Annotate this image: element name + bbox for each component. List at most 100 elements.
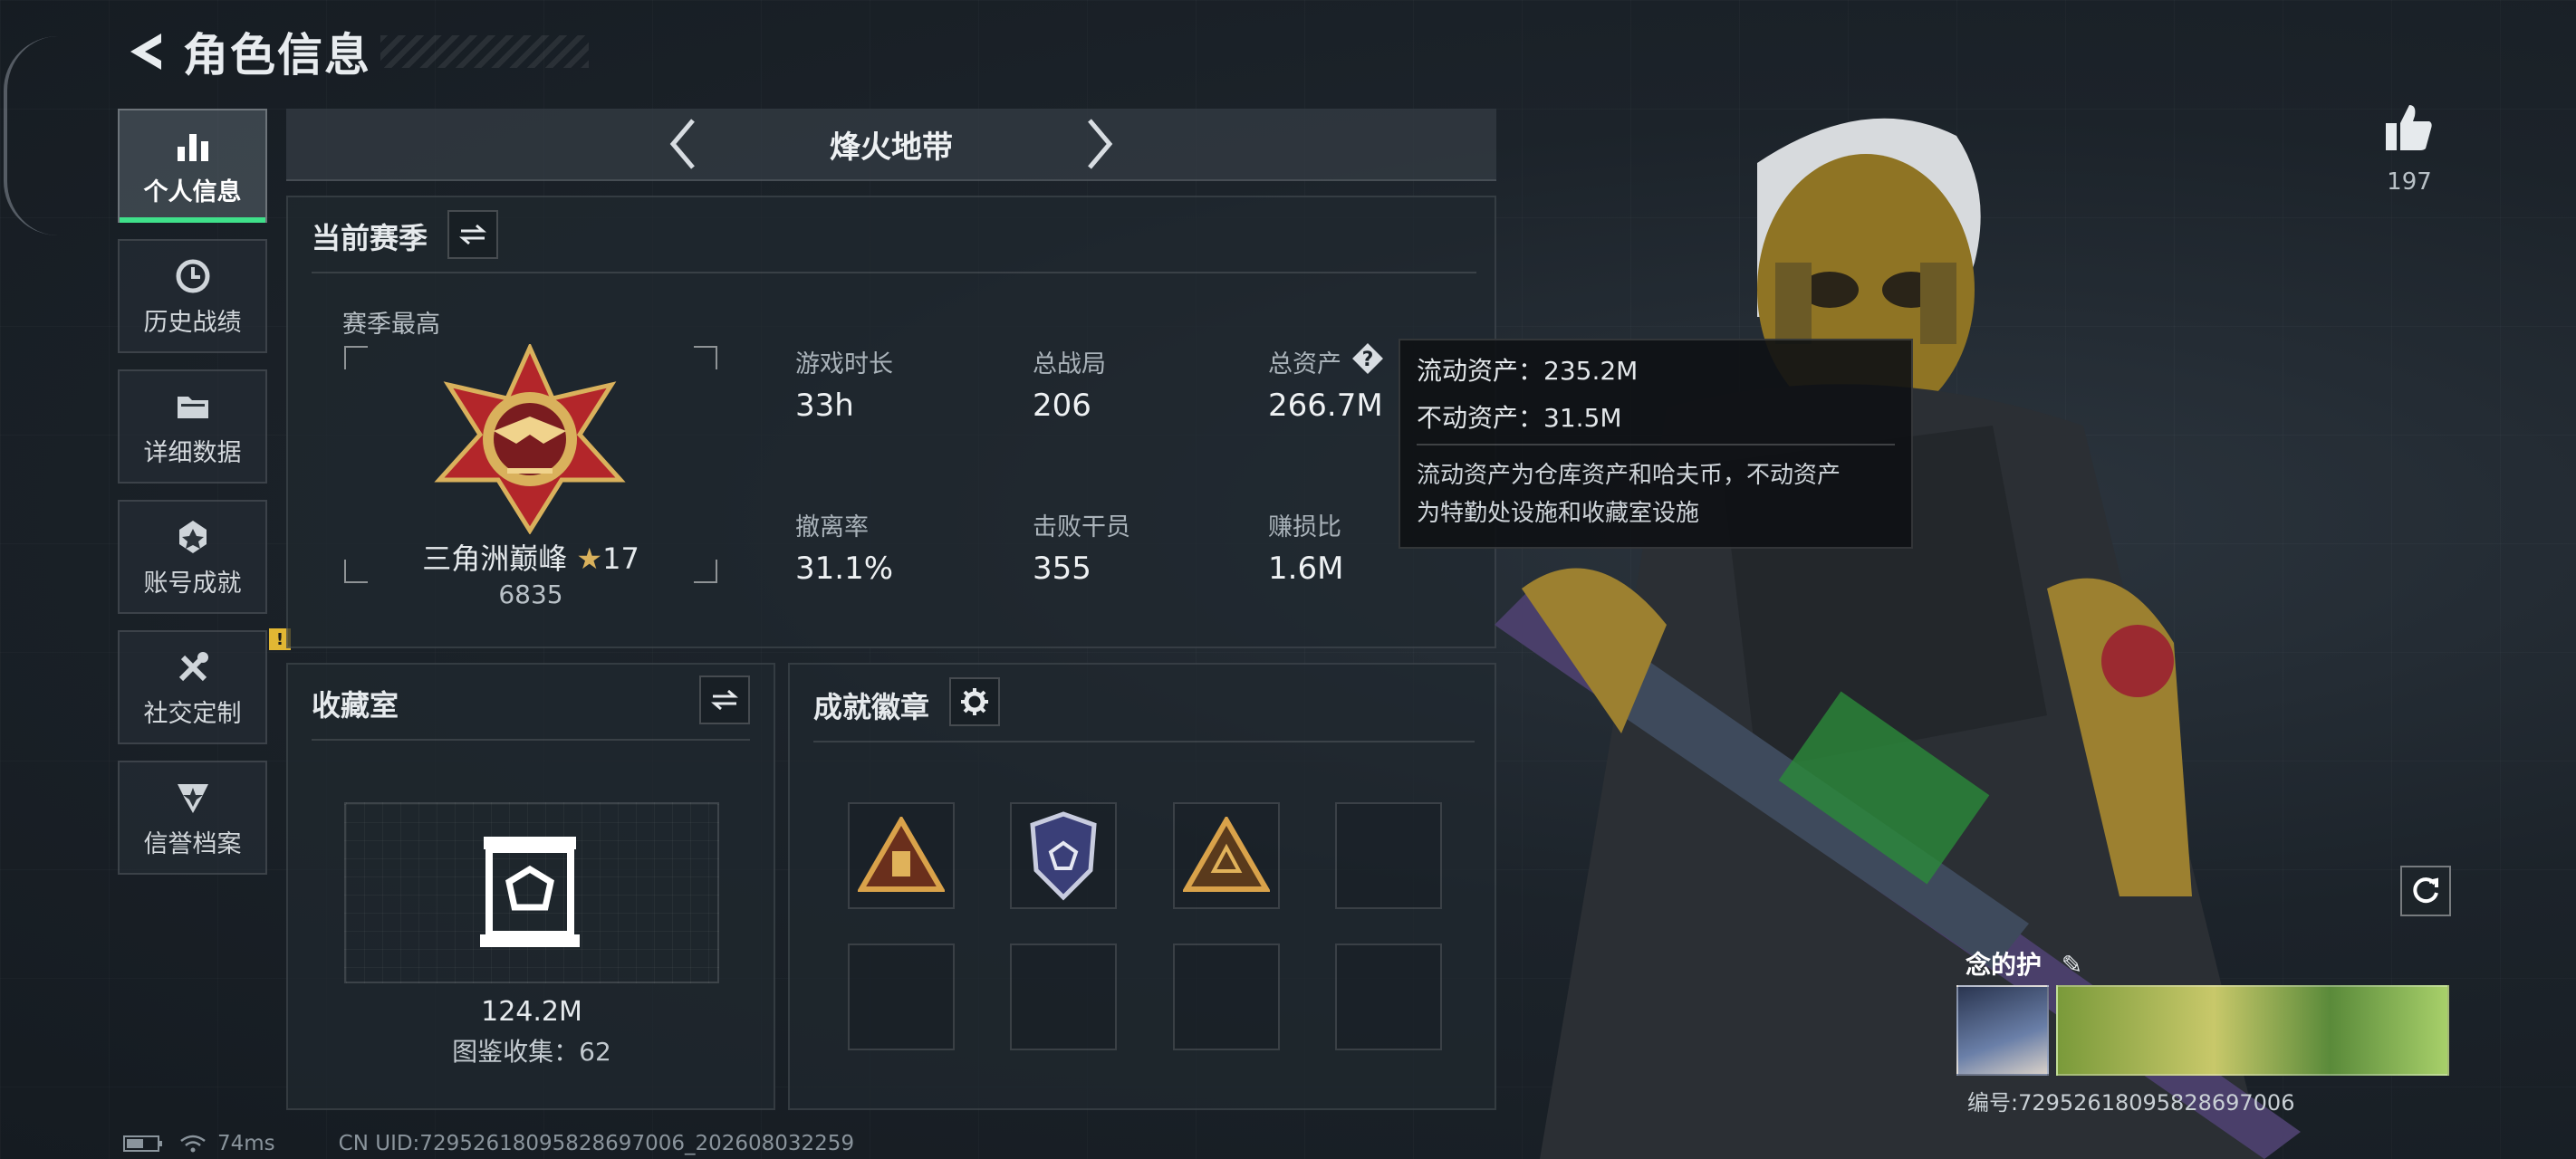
side-nav: 个人信息 历史战绩 详细数据 账号成就 社交定制 ! 信誉档案 [118, 109, 291, 891]
collection-switch-button[interactable] [699, 675, 750, 724]
display-case-icon [480, 837, 580, 947]
nav-item-achievements[interactable]: 账号成就 [118, 500, 267, 614]
tooltip-description-line1: 流动资产为仓库资产和哈夫币，不动资产 [1417, 462, 1841, 489]
swap-icon [459, 224, 486, 245]
stat-extract-rate-value: 31.1% [795, 551, 894, 587]
tooltip-description-line2: 为特勤处设施和收藏室设施 [1417, 500, 1700, 527]
tooltip-liquid-assets: 流动资产：235.2M [1417, 356, 1639, 386]
uid: CN UID:7295261809582869​7006_20260803225… [338, 1132, 855, 1155]
achievement-badge-slot[interactable] [1173, 802, 1280, 909]
stat-kills-value: 355 [1033, 551, 1091, 587]
back-arrow-icon [130, 34, 161, 70]
nav-label: 详细数据 [143, 438, 242, 467]
gear-icon [961, 688, 988, 715]
shield-star-icon [172, 777, 214, 819]
achievement-title: 成就徽章 [813, 690, 930, 724]
folder-icon [172, 386, 214, 427]
nav-label: 信誉档案 [143, 829, 242, 858]
nav-label: 社交定制 [143, 699, 242, 728]
mode-selector: 烽火地带 [286, 109, 1496, 181]
tooltip-fixed-assets: 不动资产：31.5M [1417, 403, 1622, 433]
avatar[interactable] [1956, 985, 2049, 1076]
guardian-banner[interactable] [2056, 985, 2449, 1076]
achievement-badge-slot-empty[interactable] [1335, 943, 1442, 1050]
achievement-badge-slot-empty[interactable] [1173, 943, 1280, 1050]
divider [312, 739, 750, 741]
stat-profit-ratio-value: 1.6M [1268, 551, 1344, 587]
mode-title: 烽火地带 [830, 129, 953, 166]
header: 角色信息 [118, 20, 589, 83]
mode-next-button[interactable] [1072, 117, 1127, 171]
guardian-row [1956, 985, 2449, 1076]
medal-icon [172, 516, 214, 558]
chevron-right-icon [1088, 119, 1113, 169]
collection-catalog: 图鉴收集：62 [452, 1037, 611, 1067]
stat-assets-label: 总资产 [1268, 350, 1341, 378]
divider [312, 272, 1476, 273]
refresh-button[interactable] [2400, 866, 2451, 916]
triangle-gold-badge-icon [858, 817, 945, 892]
season-switch-button[interactable] [447, 210, 498, 259]
thumbs-up-icon[interactable] [2382, 101, 2435, 154]
rank-name-row: 三角洲巅峰 ★17 [344, 536, 717, 578]
rank-score: 6835 [498, 580, 563, 609]
swap-icon [711, 689, 738, 711]
achievement-badge-slot[interactable] [1010, 802, 1117, 909]
nav-label: 账号成就 [143, 569, 242, 598]
back-button[interactable] [118, 24, 172, 79]
nav-item-detail-data[interactable]: 详细数据 [118, 369, 267, 484]
nav-item-credit-file[interactable]: 信誉档案 [118, 761, 267, 875]
stat-profit-ratio-label: 赚损比 [1268, 513, 1341, 541]
rank-emblem-icon [434, 344, 626, 534]
like-count: 197 [2387, 168, 2432, 196]
divider [1417, 444, 1895, 445]
nav-label: 个人信息 [143, 177, 242, 206]
rank-stars: 17 [602, 541, 639, 576]
bar-chart-icon [172, 125, 214, 167]
rank-name: 三角洲巅峰 [422, 541, 568, 576]
season-title: 当前赛季 [312, 221, 428, 255]
achievement-badge-slot[interactable] [848, 802, 955, 909]
stat-playtime-label: 游戏时长 [795, 350, 893, 378]
nav-item-social-custom[interactable]: 社交定制 ! [118, 628, 291, 744]
stat-matches-label: 总战局 [1033, 350, 1106, 378]
stat-matches-value: 206 [1033, 388, 1091, 424]
refresh-icon [2413, 877, 2438, 904]
status-bar: 74ms CN UID:7295261809582869​7006_202608… [123, 1132, 854, 1155]
nav-item-personal-info[interactable]: 个人信息 [118, 109, 267, 223]
star-icon: ★ [576, 541, 603, 576]
stat-assets-value: 266.7M [1268, 388, 1383, 424]
svg-text:?: ? [1362, 349, 1374, 371]
guardian-title-text: 念的护 [1966, 950, 2043, 980]
triangle-dots-badge-icon [1183, 817, 1270, 892]
chevron-left-icon [669, 119, 695, 169]
achievement-settings-button[interactable] [949, 677, 1000, 726]
collection-title: 收藏室 [312, 688, 399, 723]
achievement-badge-slot-empty[interactable] [1010, 943, 1117, 1050]
ping: 74ms [217, 1132, 275, 1155]
season-best-label: 赛季最高 [342, 311, 440, 339]
help-icon[interactable]: ? [1350, 340, 1386, 377]
tools-icon [172, 647, 214, 688]
guardian-id: 编号:7295261809582869​7006 [1967, 1090, 2295, 1116]
stat-extract-rate-label: 撤离率 [795, 513, 869, 541]
assets-tooltip: 流动资产：235.2M 不动资产：31.5M 流动资产为仓库资产和哈夫币，不动资… [1399, 339, 1913, 549]
nav-item-history[interactable]: 历史战绩 [118, 239, 267, 353]
collection-value: 124.2M [481, 996, 582, 1028]
battery-icon [123, 1135, 162, 1152]
page-title: 角色信息 [183, 29, 371, 81]
achievement-badge-slot-empty[interactable] [1335, 802, 1442, 909]
shield-purple-badge-icon [1030, 811, 1097, 901]
title-decoration [380, 35, 589, 68]
guardian-title: 念的护 ✎ [1966, 945, 2082, 982]
decorative-arc [4, 36, 58, 235]
nav-label: 历史战绩 [143, 308, 242, 337]
wifi-icon [180, 1135, 206, 1153]
stat-kills-label: 击败干员 [1033, 513, 1130, 541]
divider [813, 741, 1475, 742]
mode-prev-button[interactable] [656, 117, 710, 171]
stat-playtime-value: 33h [795, 388, 854, 424]
edit-icon[interactable]: ✎ [2062, 950, 2082, 980]
achievement-badge-slot-empty[interactable] [848, 943, 955, 1050]
history-clock-icon [172, 255, 214, 297]
